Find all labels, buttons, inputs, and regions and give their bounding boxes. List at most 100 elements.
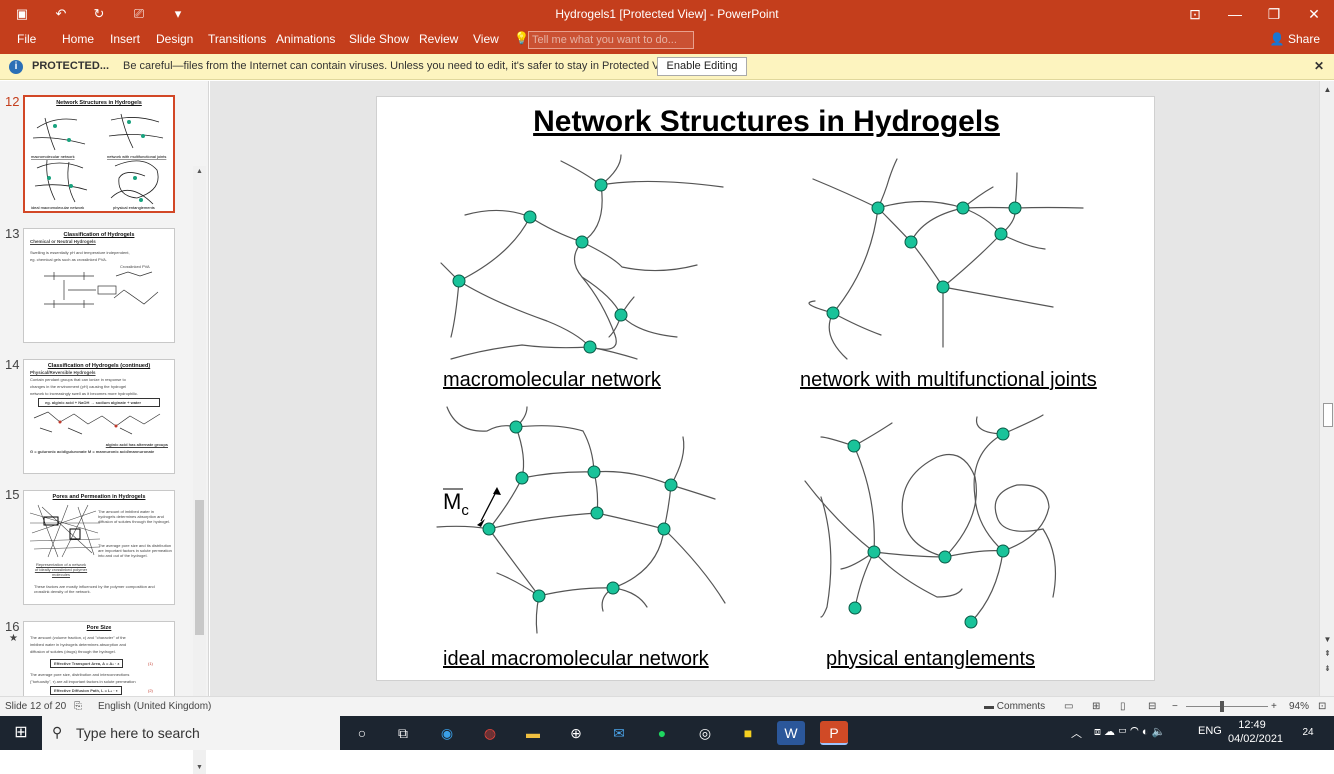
thumbnails-scrollbar[interactable]: ▲ ▼ <box>193 166 206 774</box>
fit-to-window-icon[interactable]: ⊡ <box>1318 701 1326 712</box>
thumbnail-diagram: macromolecular network network with mult… <box>31 113 166 210</box>
slide-thumbnail-14[interactable]: Classification of Hydrogels (continued) … <box>23 359 175 474</box>
zoom-in-icon[interactable]: + <box>1271 701 1277 712</box>
thumbnail-text: Effective Transport Area, A = A₀ · ε <box>50 659 124 668</box>
slide-counter: Slide 12 of 20 <box>5 701 67 712</box>
slide-scrollbar[interactable]: ▲ ▼ ⇞ ⇟ <box>1319 81 1334 696</box>
tab-insert[interactable]: Insert <box>110 32 140 46</box>
thumbnail-structure <box>44 271 159 308</box>
protected-label: PROTECTED... <box>32 60 110 72</box>
tray-icons[interactable]: ⧈ ☁ ▭ ◠ ◐ 🔈 <box>1094 725 1165 739</box>
slide-thumbnail-16[interactable]: Pore Size The amount (volume fraction, ε… <box>23 621 175 696</box>
window-title: Hydrogels1 [Protected View] - PowerPoint <box>555 7 779 21</box>
animation-star-icon: ★ <box>9 633 18 644</box>
scrollbar-thumb[interactable] <box>1323 403 1333 427</box>
caption-ideal-network: ideal macromolecular network <box>443 648 709 670</box>
tab-review[interactable]: Review <box>419 32 458 46</box>
scrollbar-thumb[interactable] <box>195 500 204 635</box>
spotify-icon[interactable]: ● <box>648 721 676 745</box>
tab-slide-show[interactable]: Slide Show <box>349 32 409 46</box>
thumbnail-text: The amount of imbibed water in hydrogels… <box>98 509 170 524</box>
search-icon: ⚲ <box>52 724 63 740</box>
thumbnail-title: Pore Size <box>86 625 112 631</box>
scroll-down-icon[interactable]: ▼ <box>1320 635 1334 644</box>
tab-file[interactable]: File <box>17 32 36 46</box>
info-shield-icon: i <box>9 60 23 74</box>
tab-transitions[interactable]: Transitions <box>208 32 266 46</box>
slide-sorter-icon[interactable]: ⊞ <box>1092 701 1100 712</box>
zoom-level[interactable]: 94% <box>1289 701 1309 712</box>
tab-design[interactable]: Design <box>156 32 193 46</box>
store-icon[interactable]: ⊕ <box>562 721 590 745</box>
edge-icon[interactable]: ◉ <box>433 721 461 745</box>
thumbnail-text: Effective Diffusion Path, L = L₀ · τ <box>50 686 122 695</box>
language-indicator[interactable]: English (United Kingdom) <box>98 701 211 712</box>
thumbnail-text: eg. alginic acid + NaOH → sodium alginat… <box>38 398 160 407</box>
caption-physical-entanglements: physical entanglements <box>826 648 1036 670</box>
input-language[interactable]: ENG <box>1198 725 1222 737</box>
minimize-button[interactable]: — <box>1221 4 1249 24</box>
spellcheck-icon[interactable]: ⎘ <box>74 701 82 712</box>
tab-view[interactable]: View <box>473 32 499 46</box>
dell-icon[interactable]: ◎ <box>691 721 719 745</box>
system-clock[interactable]: 12:49 04/02/2021 <box>1228 718 1284 746</box>
chrome-icon[interactable]: ◍ <box>476 721 504 745</box>
slide-thumbnail-13[interactable]: Classification of Hydrogels Chemical or … <box>23 228 175 343</box>
windows-taskbar: ⊞ ⚲ Type here to search ○ ⧉ ◉ ◍ ▬ ⊕ ✉ ● … <box>0 716 1334 750</box>
thumbnail-title: Pores and Permeation in Hydrogels <box>52 494 146 500</box>
slide-number: 16 <box>5 619 20 634</box>
clock-date: 04/02/2021 <box>1228 733 1284 745</box>
caption-multifunctional-joints: network with multifunctional joints <box>800 369 1097 391</box>
slideshow-view-icon[interactable]: ⊟ <box>1148 701 1156 712</box>
zoom-slider[interactable] <box>1186 706 1268 707</box>
mail-icon[interactable]: ✉ <box>605 721 633 745</box>
slide-number: 13 <box>5 226 20 241</box>
tab-home[interactable]: Home <box>62 32 94 46</box>
comments-label: Comments <box>996 701 1046 712</box>
ribbon-display-options-icon[interactable]: ⊡ <box>1181 4 1209 24</box>
notification-badge[interactable]: 24 <box>1296 724 1320 742</box>
maximize-button[interactable]: ❐ <box>1260 4 1288 24</box>
slide-canvas: Network Structures in Hydrogels Mc macro… <box>210 81 1319 696</box>
scroll-up-icon[interactable]: ▲ <box>193 166 206 178</box>
next-slide-icon[interactable]: ⇟ <box>1320 664 1334 673</box>
previous-slide-icon[interactable]: ⇞ <box>1320 649 1334 658</box>
file-explorer-icon[interactable]: ▬ <box>519 721 547 745</box>
task-view-icon[interactable]: ⧉ <box>389 721 417 745</box>
sticky-notes-icon[interactable]: ■ <box>734 721 762 745</box>
crosslink-nodes <box>452 178 1022 629</box>
scroll-up-icon[interactable]: ▲ <box>1320 85 1334 94</box>
zoom-slider-handle[interactable] <box>1220 701 1224 712</box>
person-icon: 👤 <box>1269 32 1285 46</box>
share-label: Share <box>1287 32 1320 46</box>
scroll-down-icon[interactable]: ▼ <box>193 762 206 774</box>
search-placeholder: Type here to search <box>76 725 200 741</box>
zoom-out-icon[interactable]: − <box>1172 701 1178 712</box>
normal-view-icon[interactable]: ▭ <box>1064 701 1073 712</box>
close-button[interactable]: ✕ <box>1300 4 1328 24</box>
comments-button[interactable]: ▬ Comments <box>984 701 1045 712</box>
word-icon[interactable]: W <box>777 721 805 745</box>
slide-12[interactable]: Network Structures in Hydrogels Mc macro… <box>376 96 1155 681</box>
tell-me-input[interactable]: Tell me what you want to do... <box>528 31 694 49</box>
share-button[interactable]: 👤 Share <box>1270 32 1320 46</box>
thumbnail-structure <box>33 411 161 435</box>
reading-view-icon[interactable]: ▯ <box>1120 701 1126 712</box>
thumbnail-subtitle: Physical/Reversible Hydrogels <box>30 370 96 375</box>
thumbnail-text: Representation of a network of ideally c… <box>34 562 88 577</box>
close-icon[interactable]: ✕ <box>1314 59 1324 73</box>
thumbnail-text: Swelling is essentially pH and temperatu… <box>30 250 130 255</box>
slide-number: 14 <box>5 357 20 372</box>
thumbnail-text: changes in the environment (pH) causing … <box>30 384 127 389</box>
tab-animations[interactable]: Animations <box>276 32 335 46</box>
windows-start-icon[interactable]: ⊞ <box>7 721 35 745</box>
slide-thumbnails-pane: 12 Network Structures in Hydrogels macro… <box>0 81 209 774</box>
cortana-icon[interactable]: ○ <box>348 721 376 745</box>
slide-thumbnail-12[interactable]: Network Structures in Hydrogels macromol… <box>23 95 175 213</box>
powerpoint-icon[interactable]: P <box>820 721 848 745</box>
show-hidden-icons[interactable]: ︿ <box>1071 725 1082 741</box>
mc-label: Mc <box>443 489 469 519</box>
enable-editing-button[interactable]: Enable Editing <box>657 57 747 76</box>
slide-thumbnail-15[interactable]: Pores and Permeation in Hydrogels The am… <box>23 490 175 605</box>
taskbar-search[interactable]: ⚲ Type here to search <box>42 716 340 750</box>
